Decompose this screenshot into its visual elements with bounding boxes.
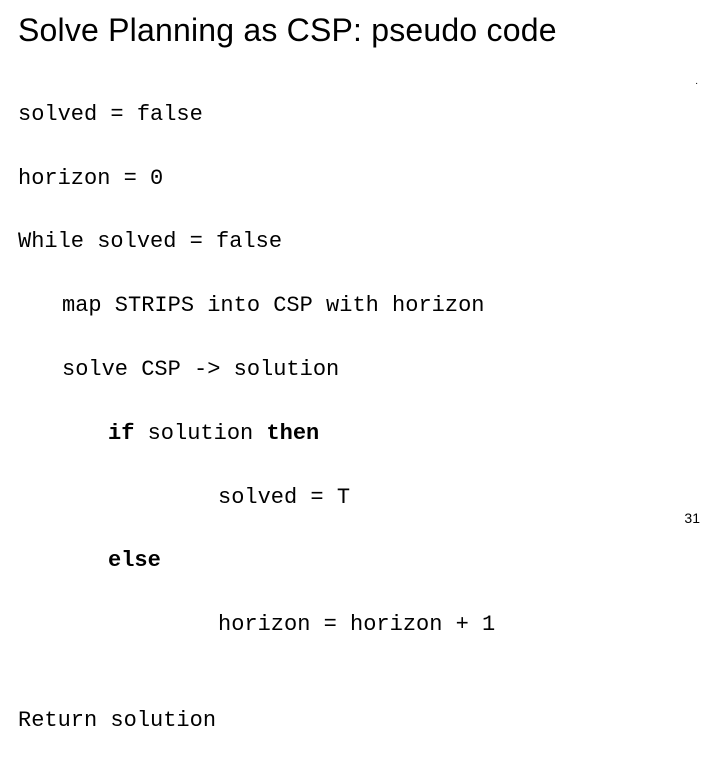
code-line: solved = false (18, 99, 702, 131)
page-number: 31 (684, 510, 700, 526)
stray-dot: . (695, 76, 698, 87)
pseudocode-block: solved = false horizon = 0 While solved … (18, 67, 702, 769)
slide-title: Solve Planning as CSP: pseudo code (18, 12, 702, 49)
keyword-if: if (108, 421, 134, 446)
code-line: Return solution (18, 705, 702, 737)
code-line: While solved = false (18, 226, 702, 258)
code-line: horizon = horizon + 1 (18, 609, 702, 641)
code-line: if solution then (18, 418, 702, 450)
code-line: solve CSP -> solution (18, 354, 702, 386)
keyword-else: else (18, 545, 702, 577)
code-line: horizon = 0 (18, 163, 702, 195)
code-line: map STRIPS into CSP with horizon (18, 290, 702, 322)
keyword-then: then (266, 421, 319, 446)
code-fragment: solution (134, 421, 266, 446)
code-line: solved = T (18, 482, 702, 514)
